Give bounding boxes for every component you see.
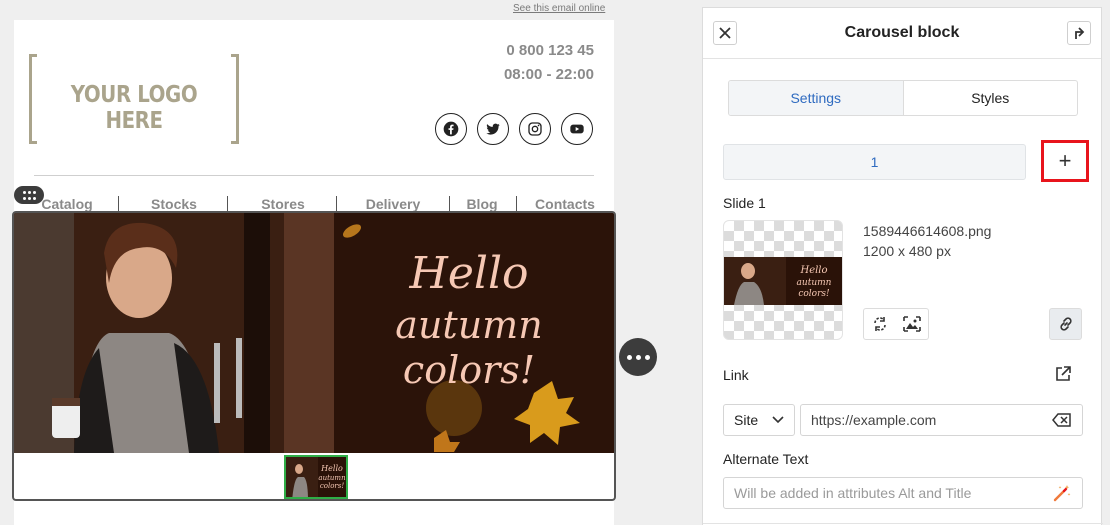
banner-headline-line3: colors! xyxy=(403,348,535,392)
slide-label: Slide 1 xyxy=(723,195,766,211)
nav-separator xyxy=(516,196,517,212)
clear-input-icon[interactable] xyxy=(1052,413,1072,427)
nav-item-blog[interactable]: Blog xyxy=(464,196,500,212)
svg-text:autumn: autumn xyxy=(318,474,346,482)
banner-headline-line1: Hello xyxy=(408,248,528,299)
open-link-button[interactable] xyxy=(1054,365,1072,388)
svg-text:autumn: autumn xyxy=(797,278,832,288)
slide-image-preview[interactable]: Hello autumn colors! xyxy=(723,220,843,340)
email-nav-menu: Catalog Stocks Stores Delivery Blog Cont… xyxy=(32,196,602,212)
twitter-icon[interactable] xyxy=(477,113,509,145)
svg-text:colors!: colors! xyxy=(798,289,830,299)
move-to-parent-button[interactable] xyxy=(1067,21,1091,45)
chevron-down-icon xyxy=(772,416,784,424)
svg-text:Hello: Hello xyxy=(320,464,343,473)
alt-text-placeholder: Will be added in attributes Alt and Titl… xyxy=(734,485,972,501)
link-image-button[interactable] xyxy=(1049,308,1082,340)
instagram-icon[interactable] xyxy=(519,113,551,145)
magic-wand-icon[interactable] xyxy=(1052,483,1072,503)
panel-tabs: Settings Styles xyxy=(728,80,1078,116)
alt-text-label: Alternate Text xyxy=(723,451,809,467)
nav-item-contacts[interactable]: Contacts xyxy=(533,196,597,212)
arrow-up-turn-icon xyxy=(1075,27,1085,39)
external-link-icon xyxy=(1056,366,1071,381)
nav-separator xyxy=(449,196,450,212)
image-dimensions: 1200 x 480 px xyxy=(863,243,951,259)
contact-phone[interactable]: 0 800 123 45 xyxy=(506,42,594,59)
nav-separator xyxy=(118,196,119,212)
slide-tab-1[interactable]: 1 xyxy=(723,144,1026,180)
panel-header: Carousel block xyxy=(703,8,1101,59)
tab-styles[interactable]: Styles xyxy=(904,81,1078,115)
tab-settings[interactable]: Settings xyxy=(729,81,904,115)
add-slide-button[interactable]: + xyxy=(1050,146,1080,176)
facebook-icon[interactable] xyxy=(435,113,467,145)
more-options-button[interactable] xyxy=(619,338,657,376)
logo-bracket-left xyxy=(29,54,37,144)
drag-handle-icon[interactable] xyxy=(14,186,44,204)
alt-text-input[interactable]: Will be added in attributes Alt and Titl… xyxy=(723,477,1083,509)
nav-separator xyxy=(336,196,337,212)
block-settings-panel: Carousel block Settings Styles 1 + Slide… xyxy=(702,7,1103,525)
panel-divider xyxy=(703,523,1103,524)
youtube-icon[interactable] xyxy=(561,113,593,145)
contact-hours: 08:00 - 22:00 xyxy=(503,66,594,83)
add-slide-highlight: + xyxy=(1041,140,1089,182)
nav-item-stores[interactable]: Stores xyxy=(244,196,322,212)
svg-text:colors!: colors! xyxy=(320,482,345,490)
logo-bracket-right xyxy=(231,54,239,144)
nav-separator xyxy=(227,196,228,212)
carousel-thumbnail-1[interactable]: Hello autumn colors! xyxy=(284,455,348,499)
social-icons xyxy=(435,113,593,145)
nav-item-delivery[interactable]: Delivery xyxy=(351,196,435,212)
image-tools xyxy=(863,308,929,340)
header-divider xyxy=(34,175,594,176)
image-editor-icon xyxy=(903,316,921,332)
logo-text: YOUR LOGO HERE xyxy=(70,82,198,134)
nav-item-stocks[interactable]: Stocks xyxy=(137,196,211,212)
link-type-value: Site xyxy=(734,412,759,428)
link-url-input[interactable]: https://example.com xyxy=(800,404,1083,436)
banner-headline-line2: autumn xyxy=(395,303,542,347)
link-icon xyxy=(1059,317,1072,331)
logo-placeholder[interactable]: YOUR LOGO HERE xyxy=(29,54,239,146)
image-file-name: 1589446614608.png xyxy=(863,223,992,239)
link-url-value: https://example.com xyxy=(811,412,937,428)
svg-text:Hello: Hello xyxy=(799,265,827,276)
link-label: Link xyxy=(723,367,749,383)
replace-image-icon xyxy=(874,317,886,331)
carousel-block[interactable]: Hello autumn colors! Hello autumn colors… xyxy=(12,211,616,501)
replace-image-button[interactable] xyxy=(864,309,896,339)
see-email-online-link[interactable]: See this email online xyxy=(513,3,605,14)
carousel-slide-image[interactable]: Hello autumn colors! xyxy=(14,213,614,453)
link-type-select[interactable]: Site xyxy=(723,404,795,436)
edit-image-button[interactable] xyxy=(896,309,928,339)
slide-image-mini: Hello autumn colors! xyxy=(724,257,842,305)
panel-title: Carousel block xyxy=(844,24,960,41)
